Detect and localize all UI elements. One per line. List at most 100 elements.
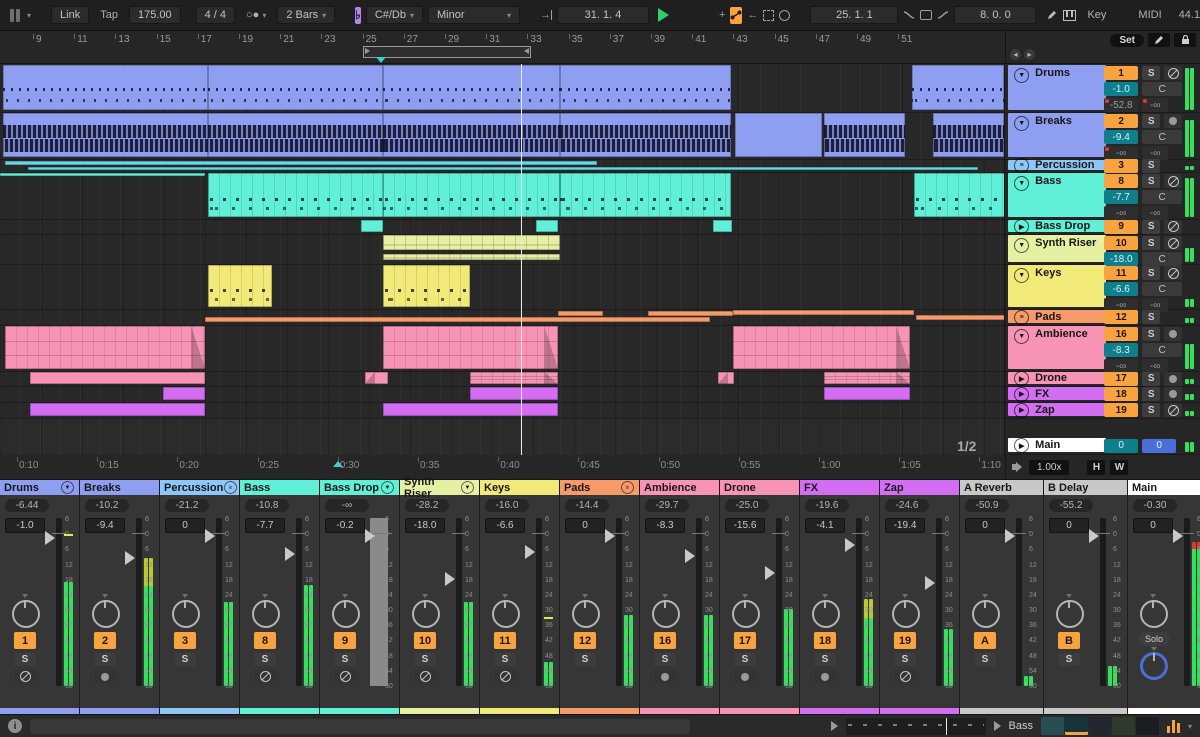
main-volume-field[interactable]: 0 — [1104, 438, 1139, 453]
clip[interactable] — [383, 403, 558, 416]
fader-value-field[interactable]: -7.7 — [245, 518, 285, 533]
fader-track[interactable] — [1096, 518, 1110, 686]
device-chain-overview[interactable] — [1040, 717, 1159, 735]
follow-button[interactable]: → — [540, 7, 553, 24]
clip[interactable] — [560, 113, 731, 157]
track-number-button[interactable]: 17 — [1104, 371, 1139, 386]
track-name[interactable]: ▶ Drone — [1008, 371, 1107, 386]
clip-preview-play-icon[interactable] — [830, 721, 838, 731]
volume-field[interactable]: -6.6 — [1104, 282, 1139, 296]
fader-track[interactable] — [52, 518, 66, 686]
fold-icon[interactable]: ▼ — [1014, 116, 1030, 131]
time-ruler[interactable]: 0:10 0:15 0:20 0:25 0:30 0:35 0:40 0:45 0:50 0:55… — [0, 455, 1006, 479]
fold-icon[interactable]: ▶ — [1014, 386, 1030, 402]
clip[interactable] — [383, 235, 560, 250]
solo-button[interactable]: S — [1142, 387, 1161, 401]
solo-button[interactable]: S — [494, 653, 516, 666]
track-number-button[interactable]: 10 — [1104, 236, 1139, 250]
arm-button[interactable] — [94, 670, 116, 683]
solo-button[interactable]: S — [1142, 158, 1161, 173]
track-header-zap[interactable]: ▶ Zap 19 S — [1005, 402, 1200, 419]
track-number-button[interactable]: 12 — [574, 632, 596, 649]
solo-button[interactable]: S — [974, 653, 996, 666]
pan-knob[interactable] — [12, 594, 40, 628]
arm-button[interactable] — [414, 670, 436, 683]
solo-button[interactable]: S — [734, 653, 756, 666]
key-map-button[interactable]: Key — [1081, 7, 1112, 23]
zoom-width-button[interactable]: W — [1110, 459, 1129, 475]
arm-button[interactable] — [1164, 371, 1183, 386]
clip[interactable] — [733, 326, 910, 369]
mixer-track-name[interactable]: B Delay — [1044, 480, 1127, 495]
next-locator-button[interactable]: ▸ — [1024, 49, 1035, 60]
track-number-button[interactable]: 1 — [14, 632, 36, 649]
track-header-fx[interactable]: ▶ FX 18 S — [1005, 386, 1200, 403]
solo-button[interactable]: S — [574, 653, 596, 666]
mixer-strip-drums[interactable]: Drums▼-6.44-1.06061218243036424854601S — [0, 480, 80, 714]
fader-handle[interactable] — [445, 572, 455, 587]
track-number-button[interactable]: 11 — [1104, 266, 1139, 280]
fader-value-field[interactable]: 0 — [1133, 518, 1173, 533]
peak-level-field[interactable]: -10.2 — [85, 499, 129, 512]
clip[interactable] — [208, 65, 383, 110]
clip[interactable] — [383, 265, 470, 307]
mixer-strip-bass-drop[interactable]: Bass Drop ▼ -∞ -0.2 6 0 6 12 18 24 30 36 42 48 54 60 9 S — [320, 480, 400, 714]
clip-overview[interactable] — [845, 717, 986, 735]
clip[interactable] — [3, 113, 208, 157]
arm-button[interactable] — [1164, 403, 1183, 417]
volume-field[interactable]: -9.4 — [1104, 130, 1139, 144]
arm-button[interactable] — [734, 670, 756, 683]
mixer-strip-ambience[interactable]: Ambience -29.7 -8.3 6 0 6 12 18 24 30 36 42 48 54 60 16… — [640, 480, 720, 714]
peak-level-field[interactable]: -50.9 — [965, 499, 1009, 512]
track-number-button[interactable]: 10 — [414, 632, 436, 649]
clip[interactable] — [560, 173, 731, 217]
clip[interactable] — [718, 372, 734, 384]
solo-button[interactable]: S — [1142, 174, 1161, 188]
track-number-button[interactable]: 8 — [254, 632, 276, 649]
track-number-button[interactable]: 9 — [334, 632, 356, 649]
cue-volume-knob[interactable] — [1140, 647, 1168, 680]
fader-value-field[interactable]: -6.6 — [485, 518, 525, 533]
fader-track[interactable] — [532, 518, 546, 686]
peak-level-field[interactable]: -6.44 — [5, 499, 49, 512]
track-name[interactable]: ▼ Breaks — [1008, 113, 1107, 157]
solo-button[interactable]: S — [1142, 219, 1161, 234]
fader-handle[interactable] — [1173, 528, 1183, 543]
track-number-button[interactable]: 9 — [1104, 219, 1139, 234]
bar-ruler[interactable]: 9 11 13 15 17 19 21 23 25 27 29 31 33 35 37 39 41 43 45 47 4… — [0, 31, 1006, 63]
lock-envelopes-button[interactable] — [1174, 33, 1196, 47]
peak-level-field[interactable]: -16.0 — [485, 499, 529, 512]
fader-handle[interactable] — [365, 529, 375, 544]
solo-button[interactable]: S — [1142, 310, 1161, 324]
solo-button[interactable]: S — [414, 653, 436, 666]
arm-button[interactable] — [1164, 114, 1183, 128]
track-number-button[interactable]: 18 — [814, 632, 836, 649]
mixer-track-name[interactable]: Drone — [720, 480, 799, 495]
peak-level-field[interactable]: -29.7 — [645, 499, 689, 512]
track-number-button[interactable]: 8 — [1104, 174, 1139, 188]
arm-button[interactable] — [14, 670, 36, 683]
arm-button[interactable] — [1164, 327, 1183, 341]
session-record-button[interactable] — [779, 7, 791, 24]
tempo-field[interactable]: 175.00 — [128, 6, 181, 24]
loop-length-field[interactable]: 8. 0. 0 — [954, 6, 1037, 24]
output-meter-icon[interactable] — [1166, 719, 1180, 733]
peak-level-field[interactable]: -21.2 — [165, 499, 209, 512]
peak-level-field[interactable]: -25.0 — [725, 499, 769, 512]
arm-button[interactable] — [1164, 236, 1183, 250]
clip[interactable] — [208, 173, 383, 217]
fader-value-field[interactable]: -0.2 — [325, 518, 365, 533]
solo-button[interactable]: S — [1058, 653, 1080, 666]
fader-value-field[interactable]: -8.3 — [645, 518, 685, 533]
mixer-track-name[interactable]: Percussion ≡ — [160, 480, 239, 495]
fader-handle[interactable] — [605, 528, 615, 543]
peak-level-field[interactable]: -19.6 — [805, 499, 849, 512]
solo-button[interactable]: S — [1142, 371, 1161, 386]
mixer-strip-a-reverb[interactable]: A Reverb -50.9 0 6 0 6 12 18 24 30 36 42 48 54 60 A S — [960, 480, 1044, 714]
track-name[interactable]: ▼ Keys — [1008, 265, 1107, 307]
mixer-strip-fx[interactable]: FX -19.6 -4.1 6 0 6 12 18 24 30 36 42 48 54 60 18 S — [800, 480, 880, 714]
clip[interactable] — [933, 113, 1004, 157]
computer-midi-keyboard-button[interactable] — [1063, 7, 1077, 24]
clip[interactable] — [3, 65, 208, 110]
mixer-track-name[interactable]: A Reverb — [960, 480, 1043, 495]
